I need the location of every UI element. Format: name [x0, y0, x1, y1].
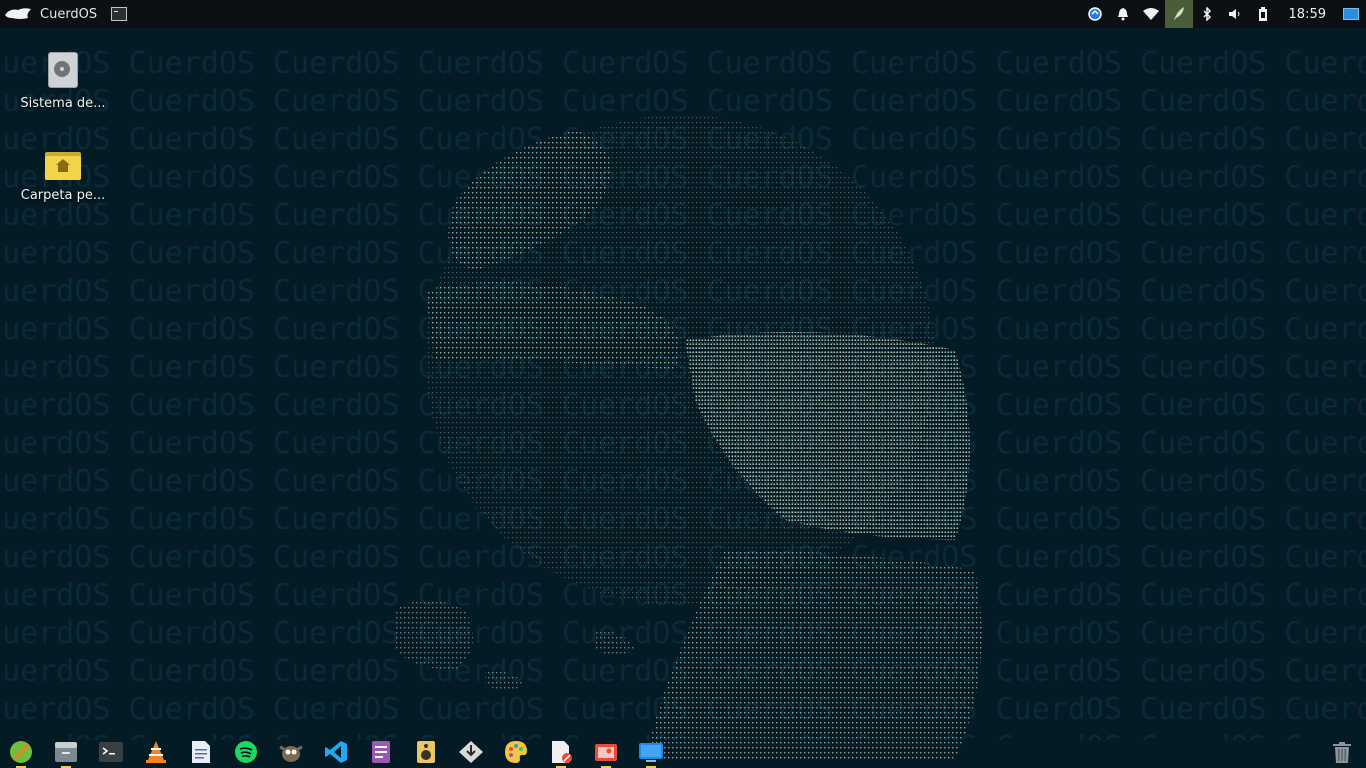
- file-manager-icon: [55, 742, 77, 762]
- dock-file-manager[interactable]: [52, 738, 80, 768]
- terminal-icon: [99, 742, 123, 762]
- desktop-icon-home-folder[interactable]: Carpeta pe...: [13, 150, 113, 203]
- home-folder-icon: [45, 150, 81, 180]
- battery-icon[interactable]: [1249, 0, 1277, 28]
- dock-install-system[interactable]: [457, 738, 485, 766]
- spotify-icon: [235, 741, 257, 763]
- vlc-icon: [146, 741, 166, 763]
- web-browser-icon: [10, 741, 32, 763]
- dock-vscode[interactable]: [322, 738, 350, 766]
- display-settings-icon: [639, 743, 663, 762]
- dock-spotify[interactable]: [232, 738, 260, 766]
- show-desktop-button[interactable]: [1336, 8, 1366, 20]
- vscode-icon: [325, 741, 347, 763]
- app-menu[interactable]: CuerdOS: [4, 0, 128, 28]
- app-title: CuerdOS: [40, 6, 98, 22]
- top-panel: CuerdOS 18:59: [0, 0, 1366, 28]
- dock-paint-palette[interactable]: [502, 738, 530, 766]
- dock-vlc[interactable]: [142, 738, 170, 766]
- notes-edit-icon: [552, 741, 572, 763]
- dock-web-browser[interactable]: [7, 738, 35, 768]
- desktop-icon-label: Carpeta pe...: [20, 188, 106, 203]
- terminal-launcher-icon[interactable]: [111, 7, 128, 21]
- updates-icon[interactable]: [1081, 0, 1109, 28]
- dock-audio-speaker[interactable]: [412, 738, 440, 766]
- dock-text-document[interactable]: [187, 738, 215, 766]
- desktop-icon-label: Sistema de...: [20, 96, 106, 111]
- dock-screenshot[interactable]: [592, 738, 620, 768]
- show-desktop-icon: [1343, 8, 1359, 20]
- volume-icon[interactable]: [1221, 0, 1249, 28]
- feather-app-icon[interactable]: [1164, 0, 1193, 28]
- dock-gimp[interactable]: [277, 738, 305, 766]
- dock-notes-edit[interactable]: [547, 738, 575, 768]
- trash-icon[interactable]: [1330, 740, 1354, 764]
- cuerdos-logo-icon: [5, 8, 31, 19]
- screenshot-icon: [595, 744, 617, 761]
- desktop-icon-system[interactable]: Sistema de...: [13, 52, 113, 111]
- ascii-art-portrait: [395, 115, 982, 760]
- hard-disk-icon: [48, 52, 78, 88]
- dock-terminal[interactable]: [97, 738, 125, 766]
- dock-display-settings[interactable]: [637, 738, 665, 768]
- text-document-icon: [192, 741, 210, 763]
- system-tray: 18:59: [1081, 0, 1366, 28]
- office-app-icon: [372, 741, 390, 763]
- install-system-icon: [459, 741, 483, 763]
- gimp-icon: [279, 745, 303, 762]
- paint-palette-icon: [505, 741, 527, 763]
- dock-office-app[interactable]: [367, 738, 395, 766]
- notifications-bell-icon[interactable]: [1109, 0, 1137, 28]
- wifi-icon[interactable]: [1137, 0, 1165, 28]
- bluetooth-icon[interactable]: [1193, 0, 1221, 28]
- audio-speaker-icon: [417, 741, 435, 763]
- dock: [0, 736, 1366, 768]
- clock[interactable]: 18:59: [1277, 7, 1336, 22]
